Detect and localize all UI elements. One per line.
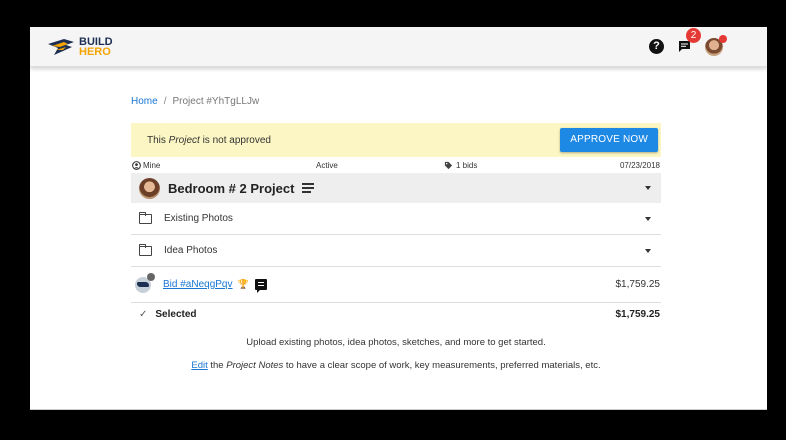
approve-now-button[interactable]: APPROVE NOW: [560, 128, 658, 152]
alert-text: This Project is not approved: [147, 135, 271, 146]
brand-line-1: BUILD: [79, 35, 113, 48]
breadcrumb-current: Project #YhTgLLJw: [172, 96, 260, 107]
folder-label: Idea Photos: [164, 245, 218, 256]
bidder-avatar: [135, 272, 155, 293]
edit-notes-link[interactable]: Edit: [191, 360, 207, 371]
trophy-icon: 🏆: [237, 279, 249, 289]
user-avatar[interactable]: [705, 34, 727, 56]
owner-label: Mine: [143, 160, 161, 170]
project-notes-emphasis: Project Notes: [226, 360, 284, 371]
edit-hint-mid: the: [207, 360, 227, 371]
breadcrumb-separator: /: [163, 96, 167, 107]
account-circle-icon: [132, 160, 141, 170]
alert-emphasis: Project: [168, 134, 200, 146]
folder-existing-photos[interactable]: Existing Photos: [131, 203, 661, 235]
message-count-badge: 2: [686, 28, 701, 43]
folder-label: Existing Photos: [164, 213, 233, 224]
footer-divider: [30, 409, 767, 410]
project-owner-avatar: [139, 177, 160, 199]
project-meta-row: Mine Active 1 bids 07/23/2018: [131, 157, 661, 173]
build-hero-logo-icon: [48, 38, 74, 55]
verified-check-icon: [147, 272, 155, 281]
bid-row: Bid #aNeqgPqv 🏆 $1,759.25: [131, 267, 661, 303]
folder-icon: [138, 211, 152, 224]
project-header-bar[interactable]: Bedroom # 2 Project: [131, 173, 661, 203]
bids-meta: 1 bids: [444, 161, 477, 170]
messages-button[interactable]: 2: [678, 28, 701, 53]
top-app-bar: BUILD HERO ? 2: [30, 27, 767, 67]
notes-icon[interactable]: [302, 183, 315, 193]
breadcrumb-home-link[interactable]: Home: [131, 96, 158, 107]
brand-logo[interactable]: BUILD HERO: [46, 36, 113, 58]
breadcrumb: Home / Project #YhTgLLJw: [131, 96, 661, 110]
alert-prefix: This: [147, 134, 169, 146]
tag-icon: [444, 161, 453, 169]
bids-count: 1 bids: [456, 160, 478, 170]
selected-amount: $1,759.25: [615, 309, 661, 320]
folder-idea-photos[interactable]: Idea Photos: [131, 235, 661, 267]
edit-notes-hint: Edit the Project Notes to have a clear s…: [131, 360, 661, 371]
selected-label: Selected: [155, 309, 197, 320]
folder-icon: [138, 243, 152, 256]
chevron-down-icon[interactable]: [645, 216, 651, 221]
chat-icon[interactable]: [254, 279, 267, 293]
project-title: Bedroom # 2 Project: [168, 180, 295, 196]
chevron-down-icon[interactable]: [645, 186, 651, 190]
brand-wordmark: BUILD HERO: [79, 35, 113, 58]
header-actions: ? 2: [649, 28, 751, 56]
app-window: BUILD HERO ? 2 Home / Project #YhTgLLJw Th…: [30, 27, 767, 410]
brand-line-2: HERO: [79, 45, 111, 58]
notification-dot: [719, 34, 727, 43]
bid-amount: $1,759.25: [615, 279, 661, 290]
edit-hint-rest: to have a clear scope of work, key measu…: [283, 360, 601, 371]
alert-suffix: is not approved: [199, 134, 271, 146]
selected-row: ✓ Selected $1,759.25: [131, 303, 661, 326]
help-icon[interactable]: ?: [649, 39, 664, 54]
bid-link[interactable]: Bid #aNeqgPqv: [163, 279, 233, 290]
approval-alert: This Project is not approved APPROVE NOW: [131, 123, 661, 157]
main-content: Home / Project #YhTgLLJw This Project is n…: [131, 67, 661, 371]
owner-meta: Mine: [132, 161, 316, 170]
menu-icon[interactable]: [737, 41, 751, 53]
chevron-down-icon[interactable]: [645, 248, 651, 253]
check-icon: ✓: [139, 309, 148, 320]
status-label: Active: [316, 160, 338, 170]
project-date: 07/23/2018: [619, 160, 660, 170]
upload-hint: Upload existing photos, idea photos, ske…: [246, 337, 546, 348]
